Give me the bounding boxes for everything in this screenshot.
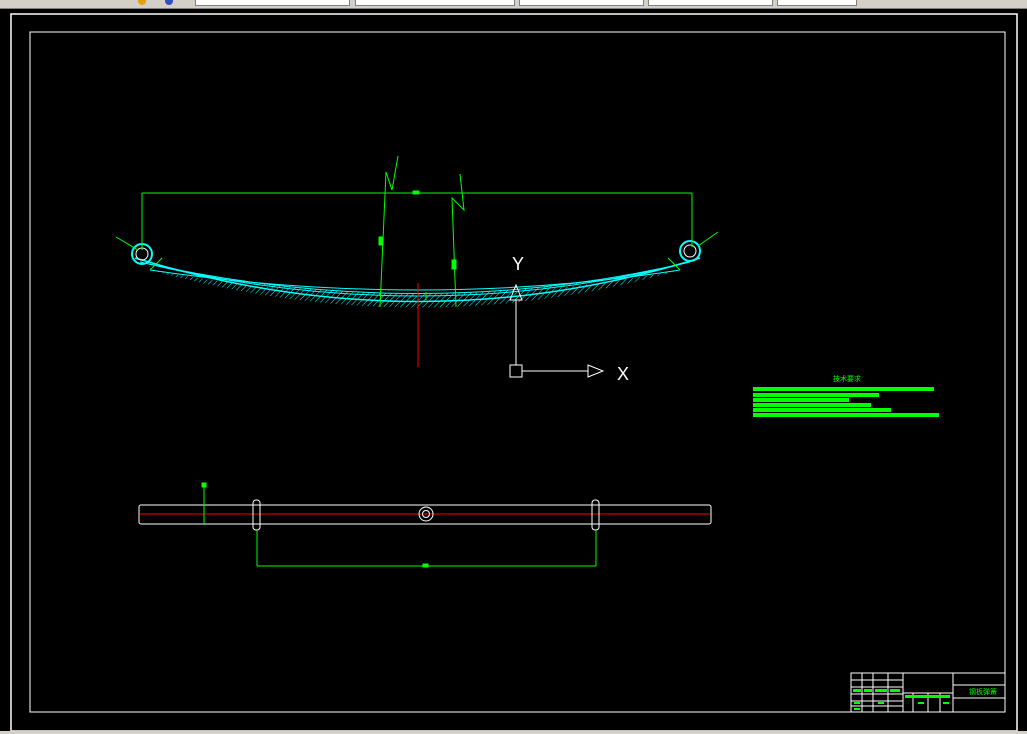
right-eye-outer	[679, 240, 701, 262]
notes-lines	[753, 387, 939, 417]
drawing-svg: Y X 技术要求 钢板弹簧	[10, 13, 1018, 732]
tool-icon-1[interactable]	[138, 0, 146, 5]
right-eye-inner	[683, 244, 697, 258]
notes-title: 技术要求	[833, 374, 861, 383]
outer-frame	[10, 13, 1018, 732]
inner-frame	[29, 31, 1006, 713]
drawing-name: 钢板弹簧	[969, 687, 997, 696]
plan-dimension	[201, 482, 597, 568]
ucs-y-label: Y	[512, 254, 524, 274]
ucs-x-label: X	[617, 364, 629, 384]
break-dimensions	[378, 155, 465, 308]
lineweight-dropdown[interactable]	[648, 0, 773, 6]
top-dimension	[115, 190, 719, 271]
tool-icon-2[interactable]	[165, 0, 173, 5]
linetype-dropdown[interactable]	[519, 0, 644, 6]
leaf-spring-body-fill	[150, 270, 680, 308]
cad-toolbar	[0, 0, 1027, 9]
color-dropdown[interactable]	[355, 0, 515, 6]
title-block-text-marks	[853, 689, 950, 710]
layer-dropdown[interactable]	[195, 0, 350, 6]
drawing-canvas[interactable]: Y X 技术要求 钢板弹簧	[0, 9, 1027, 734]
plotstyle-dropdown[interactable]	[777, 0, 857, 6]
